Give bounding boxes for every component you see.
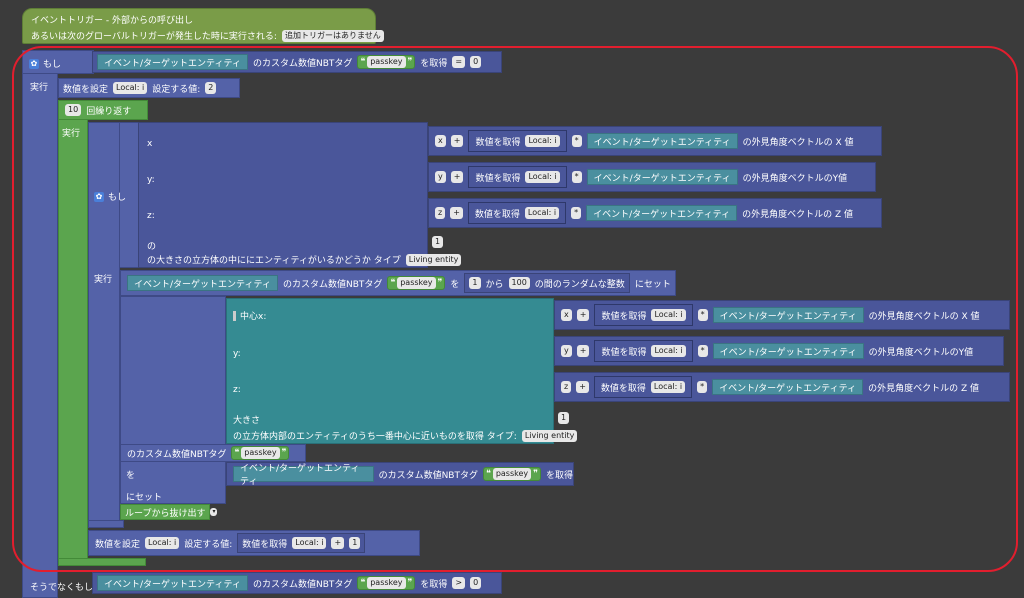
get-label: を取得 [420, 579, 448, 590]
operator-dropdown[interactable]: > [452, 577, 466, 589]
trigger-title: イベントトリガー - 外部からの呼び出し [31, 16, 193, 26]
entity-label: イベント/ターゲットエンティティ [104, 579, 241, 590]
highlight-box [12, 46, 1018, 572]
else-if-condition[interactable]: イベント/ターゲットエンティティ のカスタム数値NBTタグ ❝ passkey ❞ … [92, 572, 502, 594]
number-field[interactable]: 0 [470, 577, 482, 589]
string-block[interactable]: ❝ passkey ❞ [357, 576, 416, 590]
trigger-desc: あるいは次のグローバルトリガーが発生した時に実行される: [31, 32, 277, 42]
trigger-dropdown[interactable]: 追加トリガーはありません [281, 29, 384, 42]
event-trigger-hat-block[interactable]: イベントトリガー - 外部からの呼び出し あるいは次のグローバルトリガーが発生し… [22, 8, 384, 44]
key-field[interactable]: passkey [367, 577, 406, 589]
nbt-label: のカスタム数値NBTタグ [252, 579, 353, 590]
entity-block[interactable]: イベント/ターゲットエンティティ [97, 575, 248, 591]
else-if-label: そうでなくもし [30, 583, 94, 593]
